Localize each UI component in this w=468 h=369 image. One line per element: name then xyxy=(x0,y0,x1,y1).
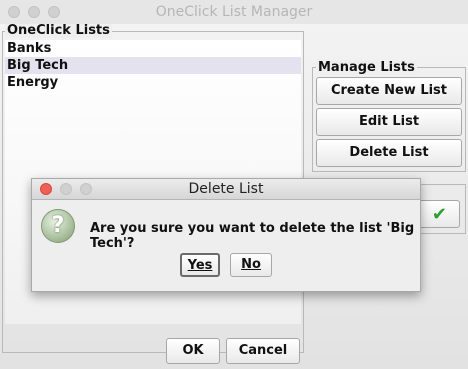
delete-list-dialog: Delete List ? Are you sure you want to d… xyxy=(31,178,421,292)
question-icon: ? xyxy=(41,209,75,243)
create-new-list-button[interactable]: Create New List xyxy=(316,77,462,105)
check-icon: ✔ xyxy=(431,204,447,225)
lists-group-legend: OneClick Lists xyxy=(5,23,112,38)
delete-list-button[interactable]: Delete List xyxy=(316,139,462,167)
window-title: OneClick List Manager xyxy=(155,4,313,20)
window-titlebar: OneClick List Manager xyxy=(0,0,468,25)
dialog-titlebar: Delete List xyxy=(32,179,420,200)
edit-list-button[interactable]: Edit List xyxy=(316,108,462,136)
list-item-banks[interactable]: Banks xyxy=(5,40,301,57)
no-button-label: No xyxy=(241,257,261,272)
cancel-button[interactable]: Cancel xyxy=(226,338,300,364)
list-item-energy[interactable]: Energy xyxy=(5,74,301,91)
no-button[interactable]: No xyxy=(230,253,272,277)
yes-button-label: Yes xyxy=(187,258,213,273)
dialog-message: Are you sure you want to delete the list… xyxy=(90,221,415,251)
yes-button[interactable]: Yes xyxy=(180,253,220,277)
ok-button[interactable]: OK xyxy=(166,338,220,364)
dialog-title: Delete List xyxy=(188,181,264,197)
list-item-big-tech[interactable]: Big Tech xyxy=(5,57,301,74)
manage-group-legend: Manage Lists xyxy=(316,60,417,75)
